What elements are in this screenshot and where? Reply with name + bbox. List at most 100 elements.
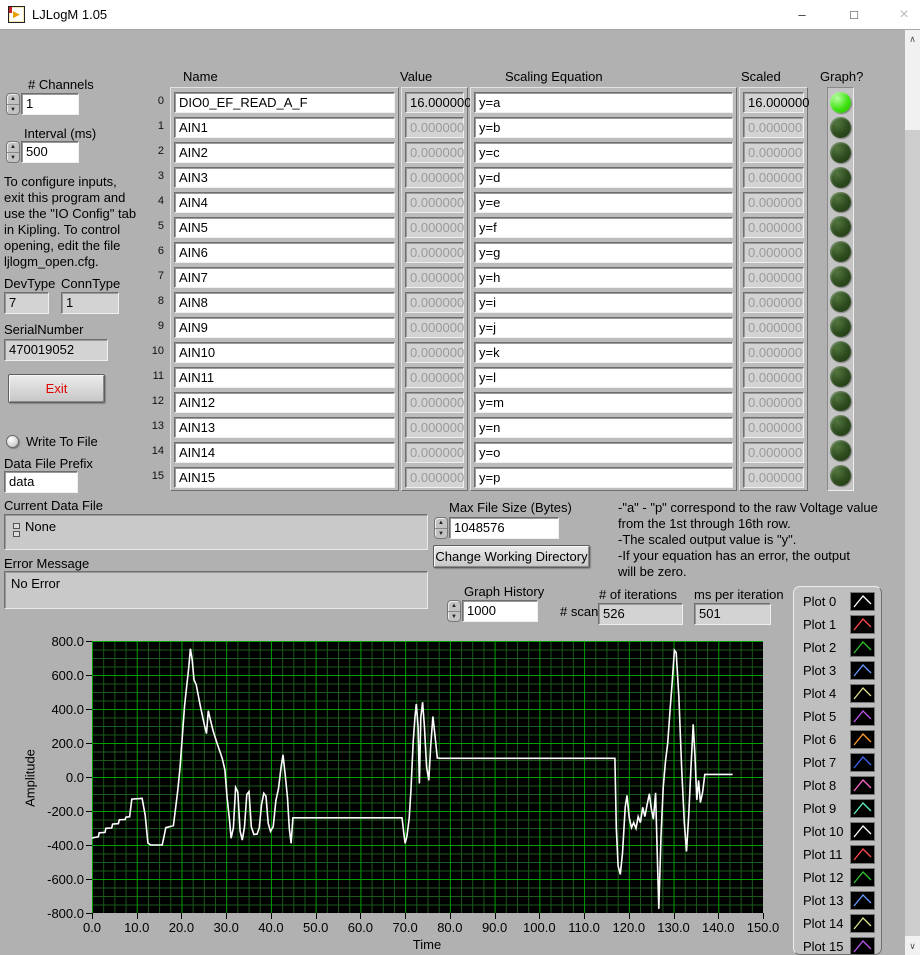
legend-item[interactable]: Plot 1 <box>794 613 881 636</box>
write-to-file-radio[interactable] <box>6 435 19 448</box>
interval-input[interactable]: 500 <box>21 141 79 163</box>
conntype-field[interactable]: 1 <box>61 292 119 314</box>
legend-item[interactable]: Plot 11 <box>794 843 881 866</box>
legend-item[interactable]: Plot 9 <box>794 797 881 820</box>
scaling-equation-input[interactable]: y=k <box>474 342 733 363</box>
scaling-equation-input[interactable]: y=b <box>474 117 733 138</box>
legend-item[interactable]: Plot 10 <box>794 820 881 843</box>
graph-enable-led[interactable] <box>830 116 851 138</box>
interval-stepper[interactable]: ▲ ▼ <box>6 141 20 163</box>
x-tick-label: 90.0 <box>481 920 508 935</box>
scroll-up-icon[interactable]: ∧ <box>905 30 920 48</box>
graph-enable-led[interactable] <box>830 191 851 213</box>
scaling-equation-input[interactable]: y=d <box>474 167 733 188</box>
legend-item[interactable]: Plot 8 <box>794 774 881 797</box>
channel-name-input[interactable]: AIN11 <box>174 367 395 388</box>
channel-name-input[interactable]: AIN10 <box>174 342 395 363</box>
max-file-size-down-icon[interactable]: ▼ <box>435 529 447 539</box>
graph-enable-led[interactable] <box>830 166 851 188</box>
graph-enable-led[interactable] <box>830 465 851 486</box>
change-working-directory-button[interactable]: Change Working Directory <box>433 545 590 568</box>
channels-up-icon[interactable]: ▲ <box>7 94 19 105</box>
devtype-field[interactable]: 7 <box>4 292 49 314</box>
graph-enable-led[interactable] <box>830 415 851 437</box>
graph-enable-led[interactable] <box>830 266 851 287</box>
interval-up-icon[interactable]: ▲ <box>7 142 19 153</box>
scaling-equation-input[interactable]: y=a <box>474 92 733 113</box>
close-button[interactable]: × <box>888 0 920 30</box>
graph-enable-led[interactable] <box>830 92 851 113</box>
channel-name-input[interactable]: DIO0_EF_READ_A_F <box>174 92 395 113</box>
data-file-prefix-input[interactable]: data <box>4 471 78 493</box>
channel-name-input[interactable]: AIN6 <box>174 242 395 263</box>
vertical-scrollbar[interactable]: ∧ ∨ <box>905 30 920 955</box>
graph-enable-led[interactable] <box>830 340 851 362</box>
channel-name-input[interactable]: AIN14 <box>174 442 395 463</box>
channel-name-input[interactable]: AIN3 <box>174 167 395 188</box>
channel-name-input[interactable]: AIN5 <box>174 217 395 238</box>
minimize-button[interactable]: – <box>786 0 818 30</box>
scaling-equation-input[interactable]: y=n <box>474 417 733 438</box>
scaling-equation-input[interactable]: y=m <box>474 392 733 413</box>
channel-name-input[interactable]: AIN15 <box>174 467 395 488</box>
legend-label: Plot 4 <box>803 686 837 701</box>
graph-enable-led[interactable] <box>830 365 851 387</box>
channel-name-input[interactable]: AIN4 <box>174 192 395 213</box>
channel-name-input[interactable]: AIN2 <box>174 142 395 163</box>
channels-down-icon[interactable]: ▼ <box>7 105 19 115</box>
scaling-equation-input[interactable]: y=o <box>474 442 733 463</box>
scaling-equation-input[interactable]: y=h <box>474 267 733 288</box>
legend-label: Plot 10 <box>803 824 844 839</box>
graph-enable-led[interactable] <box>830 216 851 238</box>
max-file-size-up-icon[interactable]: ▲ <box>435 518 447 529</box>
scaling-equation-input[interactable]: y=e <box>474 192 733 213</box>
current-data-file-field[interactable]: None <box>4 514 428 550</box>
legend-item[interactable]: Plot 7 <box>794 751 881 774</box>
error-message-label: Error Message <box>4 556 90 571</box>
scroll-down-icon[interactable]: ∨ <box>905 937 920 955</box>
graph-enable-led[interactable] <box>830 241 851 263</box>
exit-button[interactable]: Exit <box>8 374 105 403</box>
serialnumber-field[interactable]: 470019052 <box>4 339 108 361</box>
legend-item[interactable]: Plot 13 <box>794 889 881 912</box>
legend-item[interactable]: Plot 12 <box>794 866 881 889</box>
max-file-size-input[interactable]: 1048576 <box>449 517 559 539</box>
legend-item[interactable]: Plot 15 <box>794 935 881 954</box>
scaling-equation-input[interactable]: y=g <box>474 242 733 263</box>
max-file-size-stepper[interactable]: ▲ ▼ <box>434 517 448 539</box>
legend-item[interactable]: Plot 3 <box>794 659 881 682</box>
scaling-equation-input[interactable]: y=j <box>474 317 733 338</box>
graph-enable-led[interactable] <box>830 440 851 462</box>
graph-enable-led[interactable] <box>830 315 851 337</box>
channel-name-input[interactable]: AIN1 <box>174 117 395 138</box>
channels-stepper[interactable]: ▲ ▼ <box>6 93 20 115</box>
graph-enable-led[interactable] <box>830 390 851 412</box>
channel-name-input[interactable]: AIN12 <box>174 392 395 413</box>
channel-name-input[interactable]: AIN13 <box>174 417 395 438</box>
string-scroll-icon[interactable] <box>13 523 20 537</box>
legend-item[interactable]: Plot 2 <box>794 636 881 659</box>
scaling-equation-input[interactable]: y=i <box>474 292 733 313</box>
scaling-equation-input[interactable]: y=l <box>474 367 733 388</box>
scaling-equation-input[interactable]: y=p <box>474 467 733 488</box>
maximize-button[interactable]: □ <box>838 0 870 30</box>
legend-item[interactable]: Plot 0 <box>794 590 881 613</box>
channel-name-input[interactable]: AIN7 <box>174 267 395 288</box>
legend-item[interactable]: Plot 14 <box>794 912 881 935</box>
scaling-equation-input[interactable]: y=c <box>474 142 733 163</box>
legend-item[interactable]: Plot 5 <box>794 705 881 728</box>
graph-enable-led[interactable] <box>830 141 851 163</box>
graph-history-input[interactable]: 1000 <box>462 600 538 622</box>
x-tick-mark <box>405 913 407 919</box>
scaling-equation-input[interactable]: y=f <box>474 217 733 238</box>
channels-input[interactable]: 1 <box>21 93 79 115</box>
graph-history-down-icon[interactable]: ▼ <box>448 612 460 622</box>
graph-enable-led[interactable] <box>830 291 851 312</box>
legend-item[interactable]: Plot 4 <box>794 682 881 705</box>
channel-name-input[interactable]: AIN9 <box>174 317 395 338</box>
legend-item[interactable]: Plot 6 <box>794 728 881 751</box>
graph-history-up-icon[interactable]: ▲ <box>448 601 460 612</box>
channel-name-input[interactable]: AIN8 <box>174 292 395 313</box>
interval-down-icon[interactable]: ▼ <box>7 153 19 163</box>
graph-history-stepper[interactable]: ▲ ▼ <box>447 600 461 622</box>
